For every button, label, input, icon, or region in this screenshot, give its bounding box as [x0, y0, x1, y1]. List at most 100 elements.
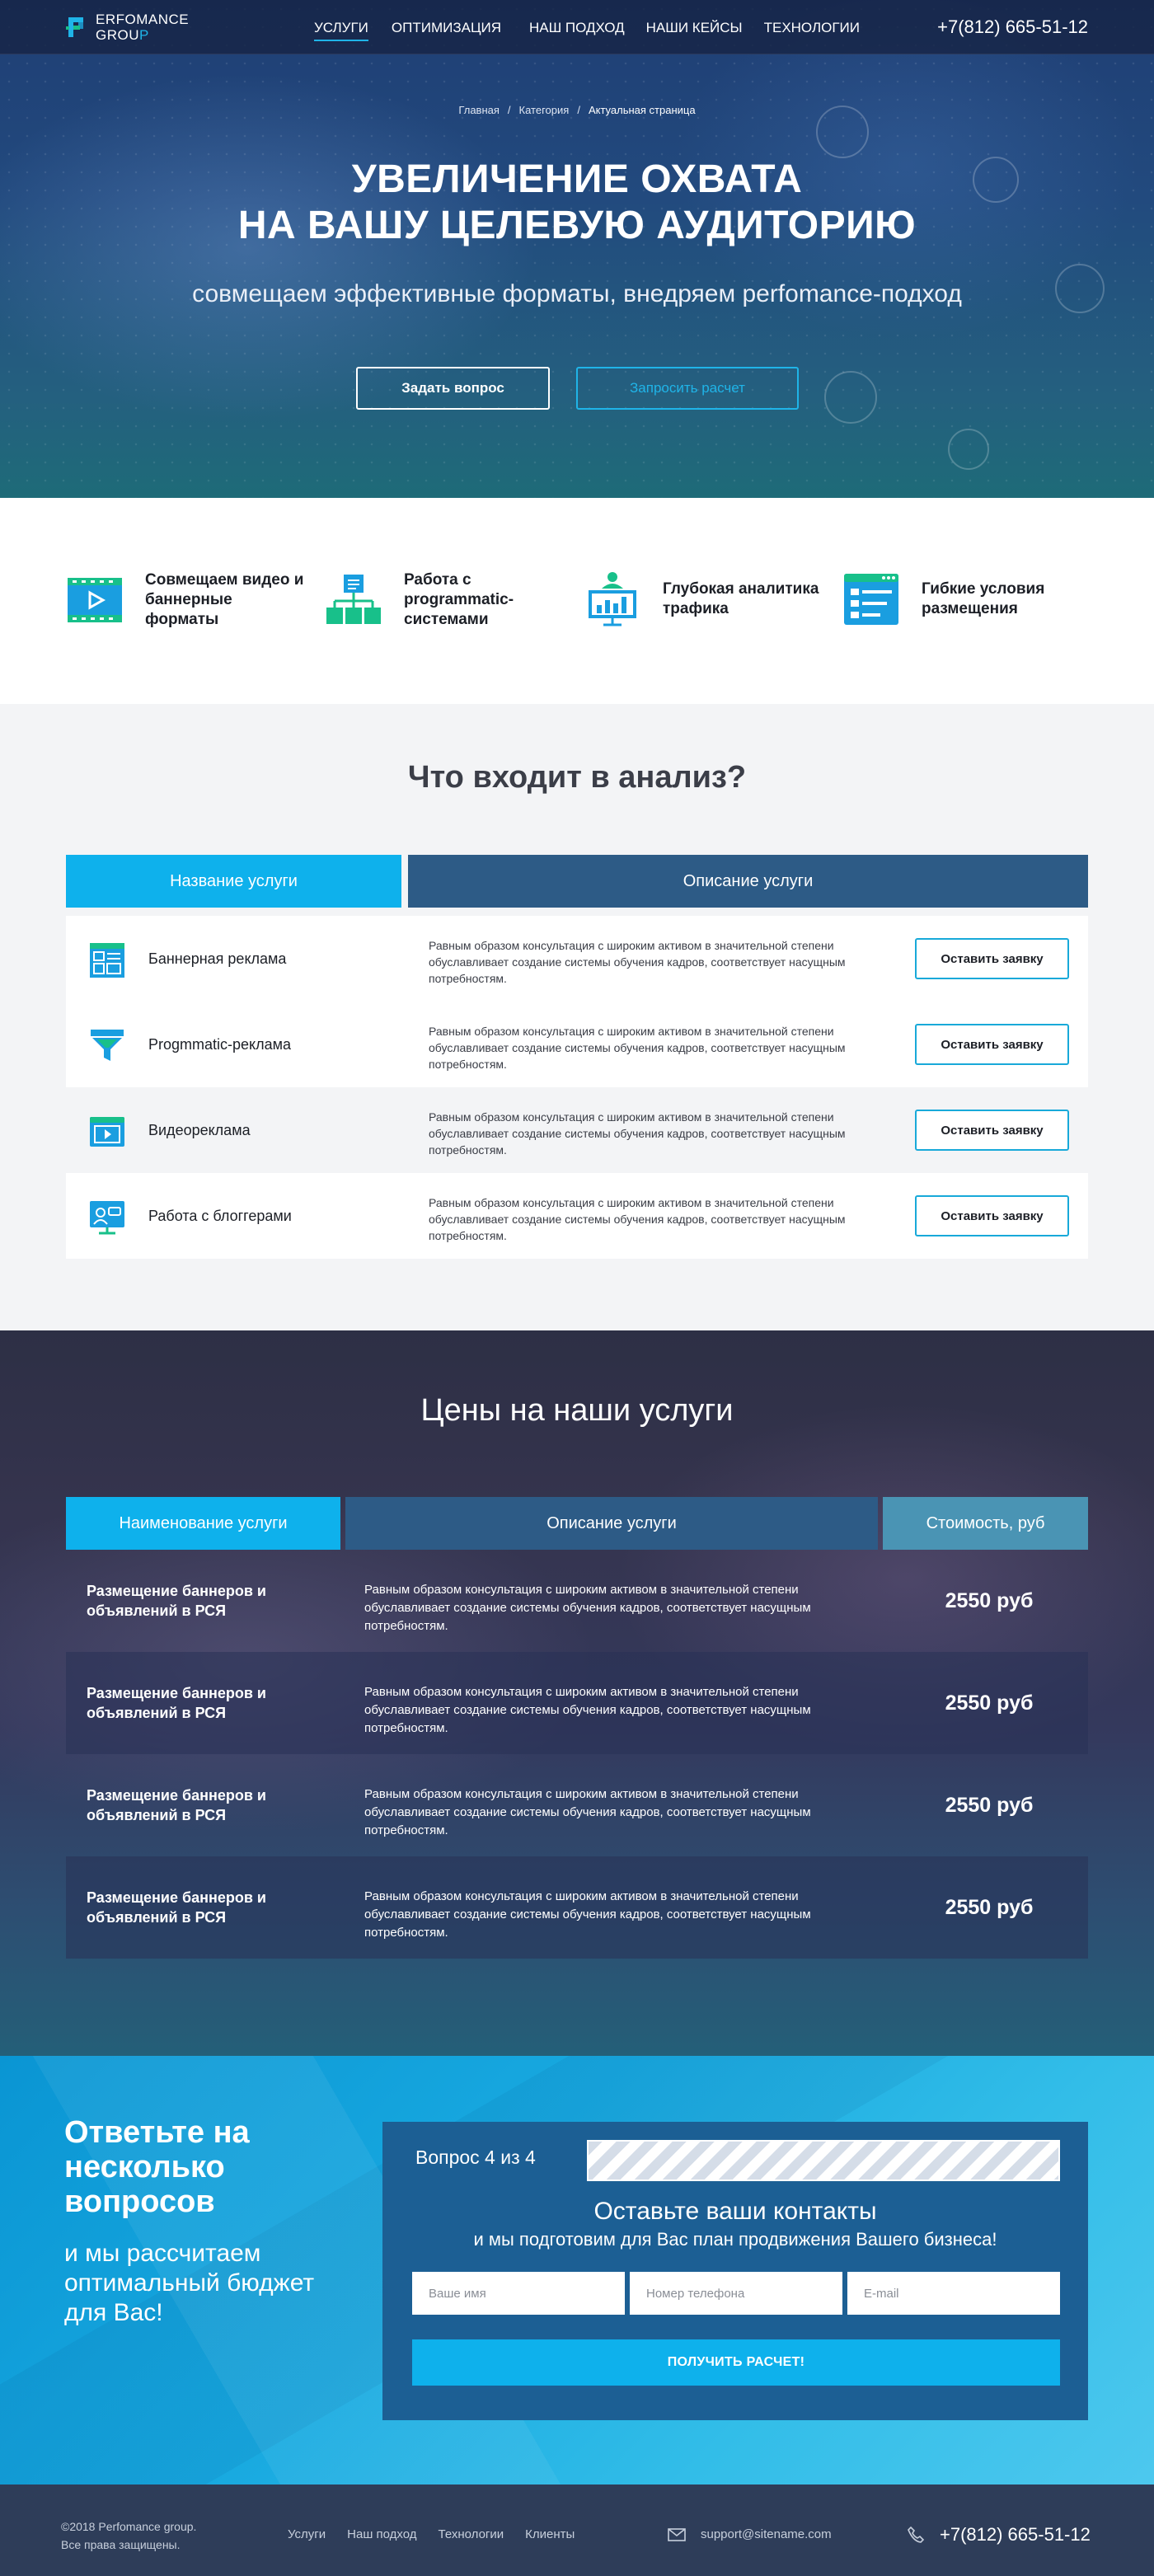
service-name: Progmmatic-реклама — [148, 1035, 292, 1053]
feature-label: Совмещаем видео и баннерные форматы — [145, 571, 304, 628]
nav-item-optimization[interactable]: ОПТИМИЗАЦИЯ — [392, 20, 501, 36]
price-service-description: Равным образом консультация с широким ак… — [364, 1583, 811, 1633]
footer-link-clients[interactable]: Клиенты — [525, 2527, 575, 2541]
table-row: Работа с блоггерами Равным образом консу… — [66, 1173, 1088, 1259]
analysis-title: Что входит в анализ? — [407, 760, 747, 795]
copyright-line2: Все права защищены. — [61, 2538, 181, 2551]
footer-link-services[interactable]: Услуги — [288, 2527, 326, 2541]
price-service-description: Равным образом консультация с широким ак… — [364, 1889, 811, 1940]
quiz-title: Ответьте на несколько вопросов — [64, 2115, 250, 2219]
service-description: Равным образом консультация с широким ак… — [429, 1025, 846, 1071]
logo-icon — [66, 17, 83, 37]
footer: ©2018 Perfomance group. Все права защище… — [0, 2485, 1154, 2576]
feature-label: Глубокая аналитика трафика — [663, 580, 819, 617]
email-input[interactable] — [847, 2272, 1060, 2315]
service-name: Работа с блоггерами — [148, 1207, 292, 1224]
feature-item: Работа с programmatic-системами — [325, 570, 569, 630]
breadcrumb-current: Актуальная страница — [588, 104, 696, 116]
hierarchy-icon — [326, 575, 381, 624]
contact-form: Вопрос 4 из 4 Оставьте ваши контакты и м… — [382, 2122, 1088, 2420]
column-header-description: Описание услуги — [345, 1497, 878, 1550]
leave-request-button[interactable]: Оставить заявку — [915, 1110, 1069, 1151]
leave-request-button[interactable]: Оставить заявку — [915, 938, 1069, 979]
leave-request-button[interactable]: Оставить заявку — [915, 1195, 1069, 1236]
hero-title-line2: НА ВАШУ ЦЕЛЕВУЮ АУДИТОРИЮ — [237, 204, 917, 247]
prices-section: Цены на наши услуги Наименование услуги … — [0, 1330, 1154, 2056]
column-header-price: Стоимость, руб — [883, 1497, 1088, 1550]
name-input[interactable] — [412, 2272, 625, 2315]
form-heading: Оставьте ваши контакты — [593, 2198, 877, 2225]
top-navigation-bar: ERFOMANCE GROUP УСЛУГИ ОПТИМИЗАЦИЯ НАШ П… — [0, 0, 1154, 54]
price-value: 2550 руб — [945, 1691, 1034, 1715]
feature-label: Гибкие условия размещения — [922, 580, 1045, 617]
feature-label: Работа с programmatic-системами — [404, 571, 514, 628]
footer-email-text: support@sitename.com — [701, 2527, 832, 2541]
footer-link-technologies[interactable]: Технологии — [439, 2527, 504, 2541]
price-value: 2550 руб — [945, 1895, 1034, 1919]
service-description: Равным образом консультация с широким ак… — [429, 939, 846, 985]
features-section: Совмещаем видео и баннерные форматы Рабо… — [0, 498, 1154, 704]
copyright-line1: ©2018 Perfomance group. — [61, 2520, 197, 2533]
breadcrumb-separator: / — [577, 104, 580, 116]
logo[interactable]: ERFOMANCE GROUP — [66, 12, 189, 43]
banner-icon — [90, 943, 124, 978]
hero-section: ERFOMANCE GROUP УСЛУГИ ОПТИМИЗАЦИЯ НАШ П… — [0, 0, 1154, 498]
quiz-subtitle: и мы рассчитаем оптимальный бюджет для В… — [64, 2240, 315, 2326]
footer-email[interactable]: support@sitename.com — [668, 2527, 832, 2541]
table-row: Баннерная реклама Равным образом консуль… — [66, 916, 1088, 1002]
breadcrumb-home[interactable]: Главная — [458, 104, 499, 116]
funnel-icon — [91, 1030, 124, 1061]
hero-dot-pattern — [0, 0, 1154, 498]
price-service-name: Размещение баннеров и объявлений в РСЯ — [87, 1787, 266, 1823]
request-calculation-button[interactable]: Запросить расчет — [576, 367, 799, 410]
quiz-section: Ответьте на несколько вопросов и мы расс… — [0, 2056, 1154, 2485]
analysis-section: Что входит в анализ? Название услуги Опи… — [0, 704, 1154, 1330]
hero-title-line1: УВЕЛИЧЕНИЕ ОХВАТА — [351, 157, 803, 201]
column-header-service-name: Наименование услуги — [66, 1497, 340, 1550]
decorative-user-circle — [948, 429, 989, 470]
column-header-service-name: Название услуги — [66, 855, 401, 908]
header-phone[interactable]: +7(812) 665-51-12 — [937, 16, 1088, 38]
footer-link-approach[interactable]: Наш подход — [347, 2527, 416, 2541]
price-service-name: Размещение баннеров и объявлений в РСЯ — [87, 1685, 266, 1721]
get-calculation-button[interactable]: ПОЛУЧИТЬ РАСЧЕТ! — [412, 2339, 1060, 2386]
leave-request-button[interactable]: Оставить заявку — [915, 1024, 1069, 1065]
service-description: Равным образом консультация с широким ак… — [429, 1110, 846, 1157]
footer-phone-text: +7(812) 665-51-12 — [940, 2524, 1091, 2545]
nav-item-approach[interactable]: НАШ ПОДХОД — [529, 20, 625, 36]
feature-item: Совмещаем видео и баннерные форматы — [66, 570, 310, 630]
breadcrumb: Главная / Категория / Актуальная страница — [0, 104, 1154, 116]
browser-window-icon — [844, 574, 898, 625]
price-row: Размещение баннеров и объявлений в РСЯ Р… — [66, 1754, 1088, 1856]
feature-item: Глубокая аналитика трафика — [584, 570, 828, 628]
hero-subtitle: совмещаем эффективные форматы, внедряем … — [192, 280, 962, 307]
table-row: Progmmatic-реклама Равным образом консул… — [66, 1002, 1088, 1087]
quiz-progress-bar — [587, 2140, 1060, 2181]
nav-item-technologies[interactable]: ТЕХНОЛОГИИ — [764, 20, 860, 36]
price-value: 2550 руб — [945, 1793, 1034, 1817]
logo-line1: ERFOMANCE — [96, 12, 190, 27]
nav-item-services[interactable]: УСЛУГИ — [314, 20, 368, 41]
price-row: Размещение баннеров и объявлений в РСЯ Р… — [66, 1652, 1088, 1754]
quiz-step-label: Вопрос 4 из 4 — [415, 2147, 536, 2168]
price-service-description: Равным образом консультация с широким ак… — [364, 1685, 811, 1735]
phone-input[interactable] — [630, 2272, 842, 2315]
ask-question-button[interactable]: Задать вопрос — [356, 367, 550, 410]
decorative-user-circle — [824, 371, 877, 424]
table-row: Видеореклама Равным образом консультация… — [66, 1087, 1088, 1173]
price-value: 2550 руб — [945, 1588, 1034, 1612]
footer-nav: Услуги Наш подход Технологии Клиенты — [288, 2527, 575, 2541]
logo-text: ERFOMANCE GROUP — [96, 12, 189, 43]
envelope-icon — [668, 2527, 686, 2541]
logo-line2: GROUP — [96, 27, 189, 43]
video-banner-icon — [68, 578, 122, 622]
main-nav: УСЛУГИ ОПТИМИЗАЦИЯ НАШ ПОДХОД НАШИ КЕЙСЫ… — [314, 20, 860, 41]
blogger-icon — [90, 1201, 124, 1235]
breadcrumb-category[interactable]: Категория — [519, 104, 570, 116]
service-name: Баннерная реклама — [148, 950, 287, 967]
logo-line2-main: GROU — [96, 27, 139, 43]
nav-item-cases[interactable]: НАШИ КЕЙСЫ — [646, 20, 743, 36]
hero-title: УВЕЛИЧЕНИЕ ОХВАТА НА ВАШУ ЦЕЛЕВУЮ АУДИТО… — [0, 157, 1154, 249]
footer-phone[interactable]: +7(812) 665-51-12 — [907, 2524, 1091, 2546]
service-name: Видеореклама — [148, 1121, 251, 1138]
